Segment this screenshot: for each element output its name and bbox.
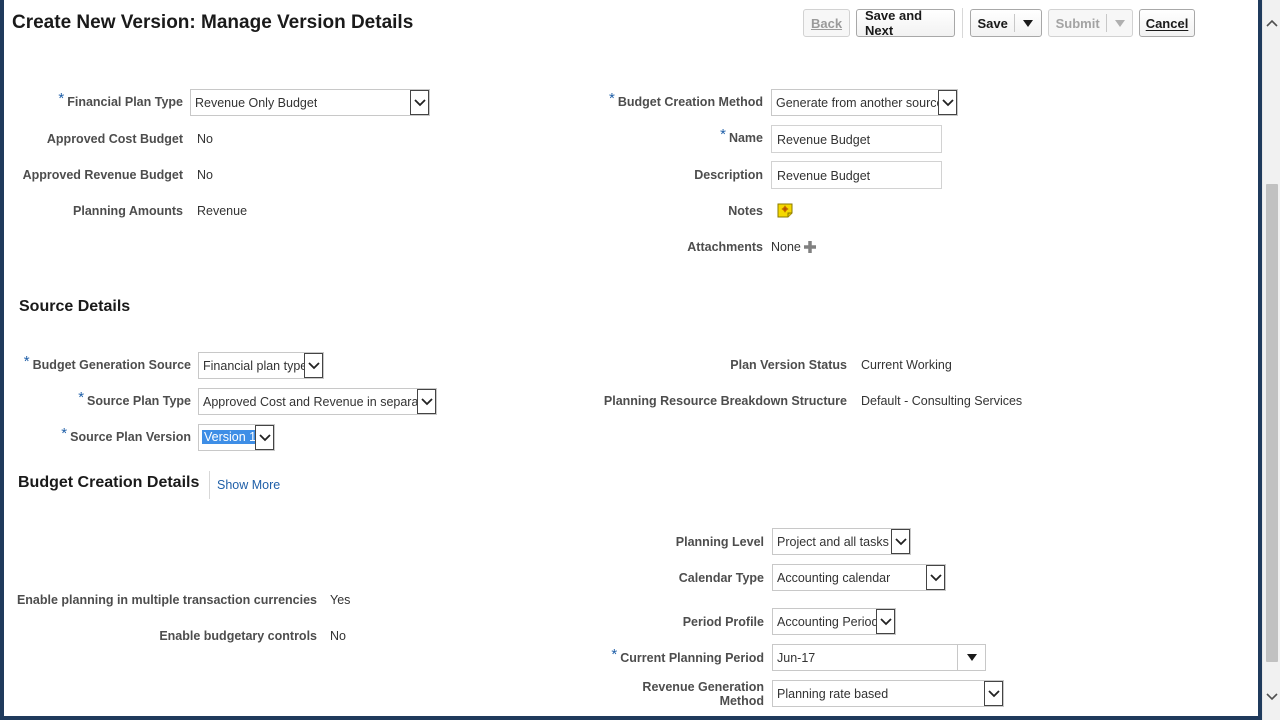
notes-label: Notes <box>728 204 763 218</box>
period-profile-label: Period Profile <box>682 615 764 629</box>
financial-plan-type-value: Revenue Only Budget <box>195 96 318 110</box>
cancel-button[interactable]: Cancel <box>1139 9 1195 37</box>
required-marker: * <box>61 425 68 442</box>
current-planning-period-label: * Current Planning Period <box>611 646 764 665</box>
planning-resource-breakdown-structure-value: Default - Consulting Services <box>861 394 1023 408</box>
budget-creation-method-value: Generate from another source <box>776 96 940 110</box>
submit-button-label: Submit <box>1055 15 1100 31</box>
required-marker: * <box>78 389 85 406</box>
source-plan-type-select[interactable]: Approved Cost and Revenue in separate <box>198 388 437 415</box>
period-profile-select[interactable]: Accounting Period <box>772 608 896 635</box>
source-plan-version-value: Version 1 <box>202 430 259 444</box>
show-more-link[interactable]: Show More <box>217 478 280 492</box>
chevron-down-icon[interactable] <box>891 529 910 554</box>
chevron-down-icon[interactable] <box>957 645 985 670</box>
approved-cost-budget-label: Approved Cost Budget <box>46 132 183 146</box>
page-title: Create New Version: Manage Version Detai… <box>12 12 414 33</box>
name-input[interactable]: Revenue Budget <box>771 125 942 153</box>
submit-button[interactable]: Submit <box>1049 10 1106 36</box>
save-menu-button[interactable] <box>1015 10 1041 36</box>
financial-plan-type-select[interactable]: Revenue Only Budget <box>190 89 430 116</box>
planning-amounts-value: Revenue <box>197 204 248 218</box>
budget-creation-method-label: * Budget Creation Method <box>609 90 763 109</box>
chevron-down-icon <box>1114 19 1125 27</box>
heading-divider <box>209 471 210 499</box>
plan-version-status-label: Plan Version Status <box>730 358 847 372</box>
planning-level-select[interactable]: Project and all tasks <box>772 528 911 555</box>
notes-icon[interactable] <box>777 202 793 218</box>
required-marker: * <box>611 646 618 663</box>
enable-budgetary-controls-value: No <box>330 629 346 643</box>
financial-plan-type-label: * Financial Plan Type <box>58 90 183 109</box>
enable-budgetary-controls-label: Enable budgetary controls <box>159 629 317 643</box>
window-frame-bottom <box>0 716 1262 720</box>
current-planning-period-value: Jun-17 <box>777 651 816 665</box>
window-frame-left <box>0 0 4 720</box>
revenue-generation-method-value: Planning rate based <box>777 687 889 701</box>
approved-cost-budget-value: No <box>197 132 213 146</box>
planning-level-label: Planning Level <box>675 535 764 549</box>
back-button-label: Back <box>810 15 843 31</box>
save-and-next-label: Save and Next <box>865 8 923 38</box>
save-button-group: Save <box>970 9 1042 37</box>
revenue-generation-method-select[interactable]: Planning rate based <box>772 680 1004 707</box>
scroll-down-arrow-icon[interactable] <box>1263 688 1280 706</box>
chevron-down-icon[interactable] <box>984 681 1003 706</box>
vertical-scrollbar[interactable] <box>1262 0 1280 720</box>
toolbar-divider <box>962 8 963 38</box>
budget-generation-source-value: Financial plan type <box>203 359 307 373</box>
description-label: Description <box>694 168 763 182</box>
budget-generation-source-label: * Budget Generation Source <box>23 353 191 372</box>
chevron-down-icon[interactable] <box>410 90 429 115</box>
calendar-type-select[interactable]: Accounting calendar <box>772 564 946 591</box>
planning-level-value: Project and all tasks <box>777 535 889 549</box>
cancel-button-label: Cancel <box>1145 15 1189 31</box>
save-and-next-button[interactable]: Save and Next <box>856 8 955 38</box>
required-marker: * <box>720 126 726 143</box>
source-plan-type-value: Approved Cost and Revenue in separate <box>203 395 417 409</box>
current-planning-period-select[interactable]: Jun-17 <box>772 644 986 671</box>
required-marker: * <box>609 90 615 107</box>
chevron-down-icon[interactable] <box>926 565 945 590</box>
chevron-down-icon[interactable] <box>938 90 957 115</box>
back-button[interactable]: Back <box>803 9 850 37</box>
approved-revenue-budget-label: Approved Revenue Budget <box>22 168 183 182</box>
plan-version-status-value: Current Working <box>861 358 952 372</box>
budget-creation-details-heading: Budget Creation Details <box>18 474 200 491</box>
scroll-thumb[interactable] <box>1266 184 1278 662</box>
source-plan-version-label: * Source Plan Version <box>61 425 191 444</box>
period-profile-value: Accounting Period <box>777 615 878 629</box>
scroll-up-arrow-icon[interactable] <box>1263 14 1280 32</box>
chevron-down-icon[interactable] <box>417 389 436 414</box>
chevron-down-icon[interactable] <box>255 425 274 450</box>
submit-menu-button[interactable] <box>1107 10 1132 36</box>
add-attachment-icon[interactable] <box>803 240 817 254</box>
planning-resource-breakdown-structure-label: Planning Resource Breakdown Structure <box>603 394 847 408</box>
required-marker: * <box>23 353 30 370</box>
budget-generation-source-select[interactable]: Financial plan type <box>198 352 324 379</box>
save-button[interactable]: Save <box>971 10 1014 36</box>
calendar-type-label: Calendar Type <box>678 571 764 585</box>
chevron-down-icon[interactable] <box>876 609 895 634</box>
attachments-value: None <box>771 240 801 254</box>
source-details-heading: Source Details <box>19 298 131 315</box>
required-marker: * <box>58 90 65 107</box>
name-label: * Name <box>720 126 763 145</box>
approved-revenue-budget-value: No <box>197 168 213 182</box>
save-button-label: Save <box>977 15 1008 31</box>
source-plan-type-label: * Source Plan Type <box>78 389 191 408</box>
attachments-label: Attachments <box>687 240 763 254</box>
submit-button-group: Submit <box>1048 9 1133 37</box>
description-input[interactable]: Revenue Budget <box>771 161 942 189</box>
planning-amounts-label: Planning Amounts <box>73 204 183 218</box>
revenue-generation-method-label: Revenue Generation Method <box>642 680 764 708</box>
chevron-down-icon <box>1023 19 1034 27</box>
chevron-down-icon[interactable] <box>304 353 323 378</box>
budget-creation-method-select[interactable]: Generate from another source <box>771 89 958 116</box>
enable-multi-currency-label: Enable planning in multiple transaction … <box>16 593 317 607</box>
enable-multi-currency-value: Yes <box>330 593 351 607</box>
calendar-type-value: Accounting calendar <box>777 571 891 585</box>
source-plan-version-select[interactable]: Version 1 <box>198 424 275 451</box>
